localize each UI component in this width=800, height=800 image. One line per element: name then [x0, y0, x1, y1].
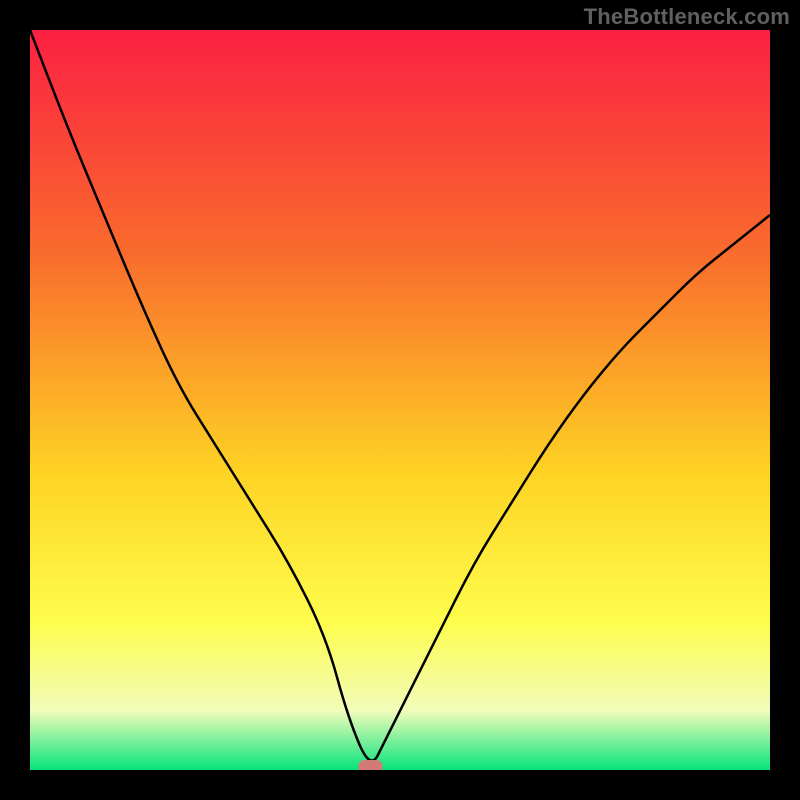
plot-area — [30, 30, 770, 770]
attribution-label: TheBottleneck.com — [584, 4, 790, 30]
chart-frame: TheBottleneck.com — [0, 0, 800, 800]
chart-svg — [30, 30, 770, 770]
optimum-marker — [358, 760, 382, 770]
gradient-rect — [30, 30, 770, 770]
